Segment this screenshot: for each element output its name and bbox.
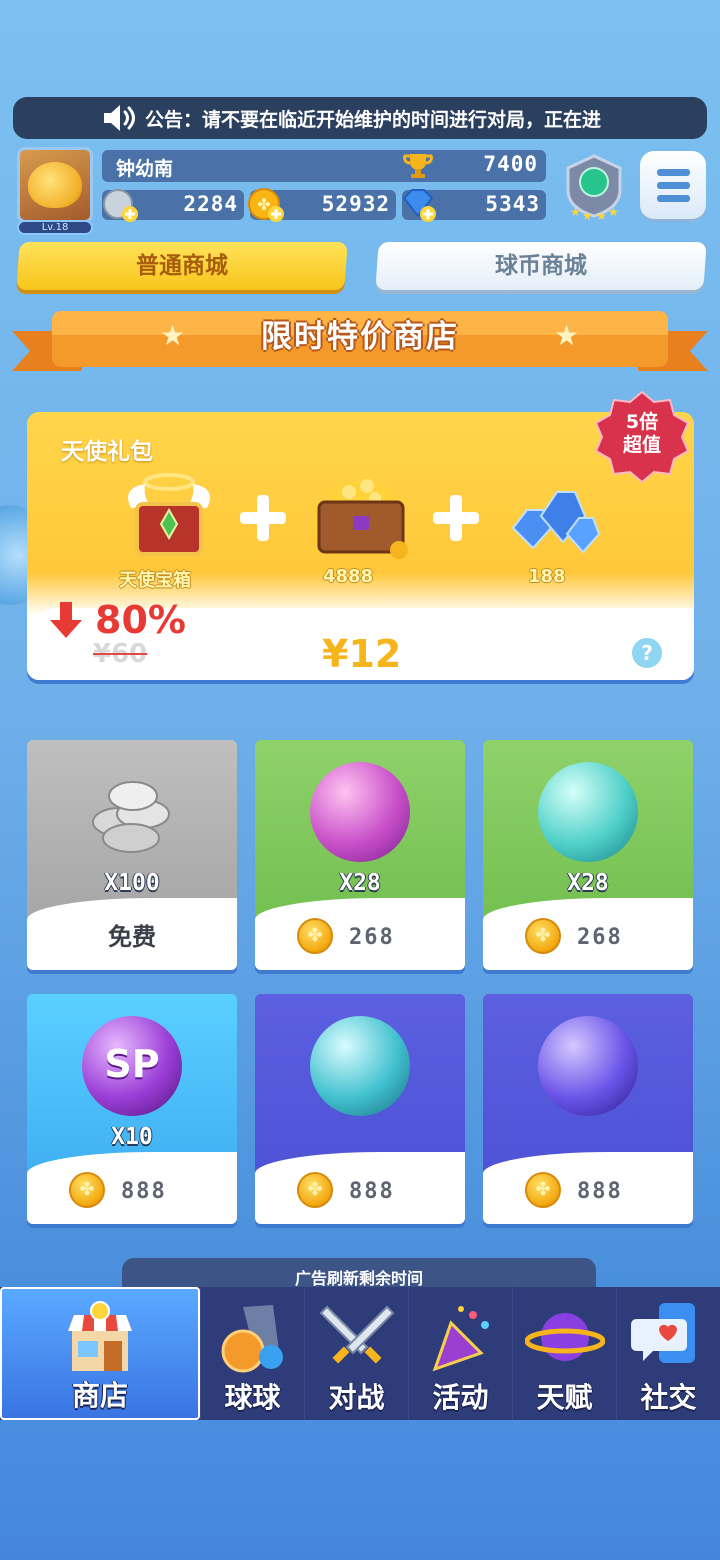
level-badge: Lv.18: [17, 220, 93, 235]
value-badge-line1: 5倍: [625, 411, 659, 433]
product-price: 888: [121, 1179, 167, 1204]
tab-ball-coin-shop-label: 球币商城: [495, 253, 587, 279]
coin-icon: [297, 918, 333, 954]
nav-item-battle[interactable]: 对战: [304, 1287, 408, 1420]
shop-icon: [68, 1301, 132, 1371]
tab-ball-coin-shop[interactable]: 球币商城: [375, 242, 707, 290]
nav-label-talent: 天赋: [536, 1381, 593, 1414]
coin-icon: [297, 1172, 333, 1208]
speaker-icon: [101, 103, 137, 133]
product-price: 888: [349, 1179, 395, 1204]
product-price: 888: [577, 1179, 623, 1204]
pink-arrow-orb-icon: [310, 762, 410, 862]
party-popper-icon: [432, 1306, 489, 1372]
help-icon[interactable]: ?: [632, 638, 662, 668]
product-cell-cyan-orb[interactable]: 888: [255, 994, 465, 1224]
svg-text:★: ★: [608, 205, 619, 219]
trophy-icon: [403, 154, 433, 178]
avatar[interactable]: [17, 147, 93, 223]
svg-text:★: ★: [582, 209, 593, 222]
product-cell-teal-orb[interactable]: X28 268: [483, 740, 693, 970]
tab-normal-shop[interactable]: 普通商城: [16, 242, 348, 290]
product-qty: X10: [111, 1124, 153, 1150]
svg-text:★: ★: [570, 205, 581, 219]
discount-percent: 80%: [95, 598, 186, 642]
product-cell-purple-orb[interactable]: 888: [483, 994, 693, 1224]
sale-price-button[interactable]: ¥12: [322, 632, 401, 676]
gem-count: 5343: [485, 192, 540, 216]
announcement-bar[interactable]: 公告：请不要在临近开始维护的时间进行对局，正在进: [13, 97, 707, 139]
gold-chest-icon: [317, 479, 408, 559]
plus-icon: [433, 495, 479, 541]
cyan-vortex-orb-icon: [310, 1016, 410, 1116]
product-price: 268: [577, 925, 623, 950]
piggy-bank-icon: [28, 162, 82, 208]
menu-icon: [657, 169, 690, 176]
player-name: 钟幼南: [116, 158, 174, 180]
nav-label-battle: 对战: [328, 1381, 385, 1414]
silver-count: 2284: [183, 192, 238, 216]
silver-currency-bar[interactable]: 2284: [102, 189, 244, 222]
product-price: 268: [349, 925, 395, 950]
nav-label-shop: 商店: [71, 1379, 128, 1412]
player-name-bar: 钟幼南 7400: [102, 150, 546, 182]
sp-orb-icon: SP: [82, 1016, 182, 1116]
announcement-text: 公告：请不要在临近开始维护的时间进行对局，正在进: [145, 108, 602, 131]
nav-label-social: 社交: [640, 1381, 697, 1414]
tab-normal-shop-label: 普通商城: [136, 253, 228, 279]
value-badge-text: 5倍 超值: [593, 411, 691, 457]
background-lower: [0, 1420, 720, 1560]
nav-item-balls[interactable]: 球球: [200, 1287, 304, 1420]
item-label-angel-chest: 天使宝箱: [119, 570, 191, 591]
gem-currency-bar[interactable]: 5343: [402, 189, 546, 222]
svg-text:★: ★: [596, 209, 607, 222]
bottom-nav: 商店 球球 对战 活动 天赋 社交: [0, 1287, 720, 1420]
product-cell-silver-coins[interactable]: X100 免费: [27, 740, 237, 970]
nav-item-shop[interactable]: 商店: [0, 1287, 200, 1420]
chat-heart-icon: [630, 1303, 695, 1363]
nav-label-events: 活动: [432, 1381, 489, 1414]
nav-label-balls: 球球: [224, 1381, 281, 1414]
silver-add-icon[interactable]: [100, 184, 140, 224]
coin-currency-bar[interactable]: ✤ 52932: [248, 188, 396, 222]
value-badge-line2: 超值: [622, 434, 661, 456]
ball-icon: [221, 1305, 283, 1373]
coin-add-icon[interactable]: ✤: [246, 184, 286, 224]
rank-badge-icon[interactable]: ★ ★ ★ ★: [560, 152, 628, 222]
item-label-gems: 188: [528, 566, 566, 587]
product-cell-sp-orb[interactable]: SP X10 888: [27, 994, 237, 1224]
nav-item-social[interactable]: 社交: [616, 1287, 720, 1420]
product-qty: X28: [567, 870, 609, 896]
free-label: 免费: [108, 923, 156, 951]
planet-icon: [524, 1313, 605, 1361]
product-cell-pink-orb[interactable]: X28 268: [255, 740, 465, 970]
gem-add-icon[interactable]: [398, 184, 438, 224]
teal-swirl-orb-icon: [538, 762, 638, 862]
item-label-coins: 4888: [323, 566, 374, 587]
gems-pile-icon: [511, 491, 601, 554]
product-qty: X28: [339, 870, 381, 896]
coin-icon: [525, 918, 561, 954]
coin-icon: [69, 1172, 105, 1208]
crossed-swords-icon: [319, 1305, 394, 1364]
plus-icon: [240, 495, 286, 541]
original-price: ¥60: [93, 639, 148, 669]
nav-item-talent[interactable]: 天赋: [512, 1287, 616, 1420]
angel-chest-icon: [128, 473, 210, 556]
product-qty: X100: [104, 870, 160, 896]
coin-count: 52932: [321, 192, 390, 216]
coin-icon: [525, 1172, 561, 1208]
trophy-count: 7400: [483, 152, 538, 176]
nav-item-events[interactable]: 活动: [408, 1287, 512, 1420]
purple-swap-orb-icon: [538, 1016, 638, 1116]
pack-title: 天使礼包: [61, 439, 153, 465]
section-title: 限时特价商店: [261, 319, 459, 355]
silver-coins-icon: [92, 781, 170, 853]
down-arrow-icon: [50, 602, 82, 638]
menu-button[interactable]: [640, 151, 706, 219]
